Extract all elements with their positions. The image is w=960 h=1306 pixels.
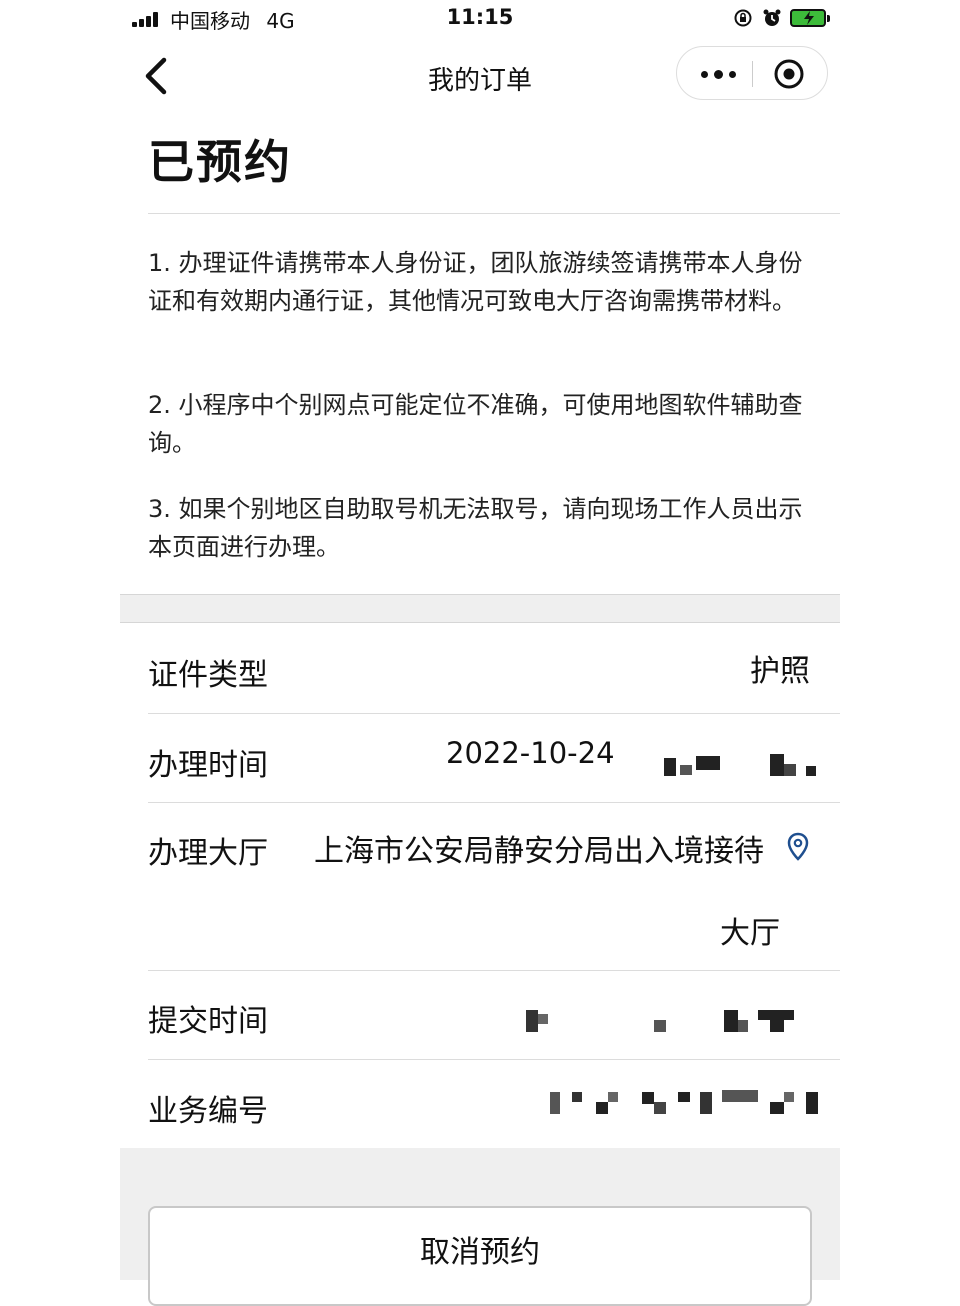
divider (148, 802, 840, 803)
close-target-icon[interactable] (773, 58, 805, 90)
appointment-time-label: 办理时间 (148, 748, 268, 783)
location-pin-icon[interactable] (786, 832, 810, 862)
navigation-bar: 我的订单 (0, 40, 960, 112)
doc-type-label: 证件类型 (148, 658, 268, 693)
divider (120, 622, 840, 623)
business-number-label: 业务编号 (148, 1094, 268, 1129)
alarm-icon (763, 9, 781, 26)
hall-value-line1: 上海市公安局静安分局出入境接待 (314, 834, 764, 869)
notice-item: 1. 办理证件请携带本人身份证，团队旅游续签请携带本人身份证和有效期内通行证，其… (148, 249, 803, 315)
notice-item: 3. 如果个别地区自助取号机无法取号，请向现场工作人员出示本页面进行办理。 (148, 495, 803, 561)
hall-value-line2: 大厅 (720, 916, 780, 951)
battery-icon (790, 9, 830, 27)
more-dots-icon[interactable] (695, 59, 745, 89)
divider (148, 213, 840, 214)
notice-item: 2. 小程序中个别网点可能定位不准确，可使用地图软件辅助查询。 (148, 391, 803, 457)
hall-label: 办理大厅 (148, 836, 268, 871)
appointment-status-title: 已预约 (148, 135, 292, 189)
status-bar: 中国移动 4G 11:15 (0, 0, 960, 36)
divider (148, 713, 840, 714)
divider (148, 970, 840, 971)
section-separator (120, 594, 840, 622)
mini-program-capsule (676, 46, 828, 100)
divider (148, 1059, 840, 1060)
submit-time-label: 提交时间 (148, 1004, 268, 1039)
appointment-time-value: 2022-10-24 (446, 736, 615, 770)
capsule-divider (752, 61, 753, 87)
doc-type-value: 护照 (750, 654, 810, 689)
divider (120, 594, 840, 595)
status-icons (734, 6, 834, 30)
rotation-lock-icon (734, 9, 752, 27)
cancel-appointment-button[interactable]: 取消预约 (148, 1206, 812, 1306)
